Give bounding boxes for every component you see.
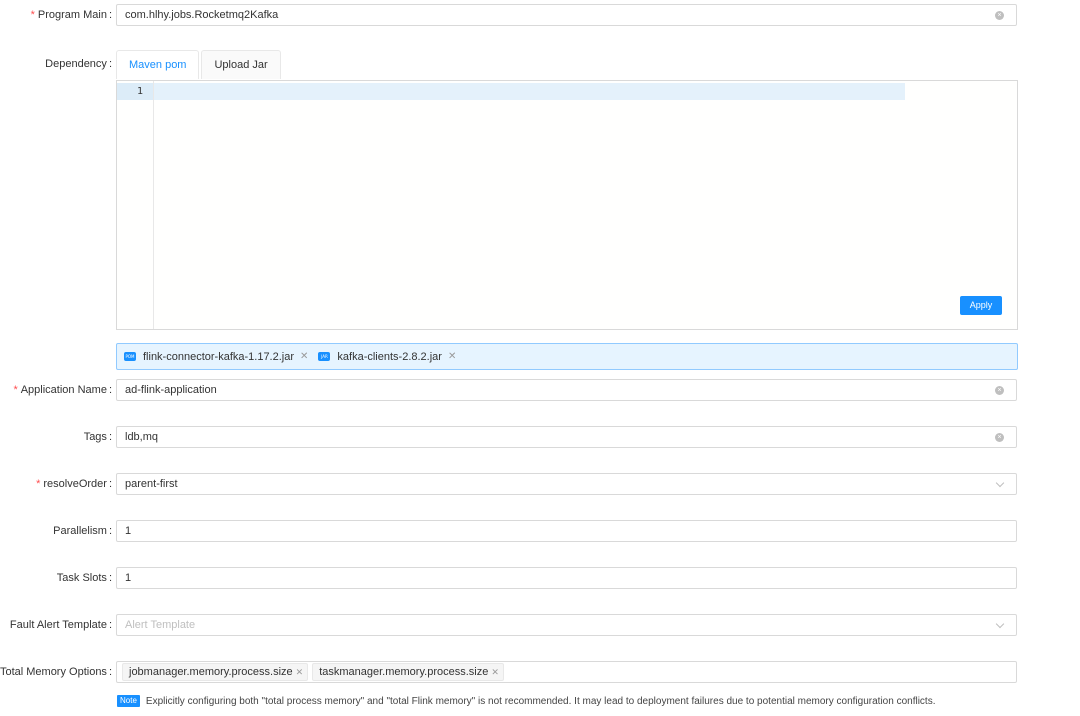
parallelism-value: 1	[125, 525, 132, 537]
task-slots-value: 1	[125, 572, 132, 584]
remove-icon[interactable]: ✕	[491, 667, 499, 678]
dependency-item: JAR kafka-clients-2.8.2.jar ✕	[318, 351, 456, 363]
dependency-name: flink-connector-kafka-1.17.2.jar	[143, 350, 295, 363]
program-main-value: com.hlhy.jobs.Rocketmq2Kafka	[125, 9, 279, 21]
note-text: Explicitly configuring both "total proce…	[145, 695, 936, 707]
resolve-order-value: parent-first	[125, 478, 178, 490]
tags-input[interactable]: ldb,mq ×	[116, 426, 1017, 448]
tags-label: Tags:	[83, 431, 112, 443]
dependency-name: kafka-clients-2.8.2.jar	[337, 350, 442, 363]
dependency-list: POM flink-connector-kafka-1.17.2.jar ✕ J…	[116, 343, 1018, 370]
parallelism-input[interactable]: 1	[116, 520, 1017, 542]
required-mark: *	[36, 478, 41, 490]
memory-note: Note Explicitly configuring both "total …	[117, 695, 935, 707]
fault-alert-placeholder: Alert Template	[125, 619, 196, 631]
resolve-order-label: * resolveOrder:	[36, 478, 112, 490]
remove-icon[interactable]: ✕	[300, 351, 308, 362]
memory-option-tag: jobmanager.memory.process.size ✕	[122, 663, 309, 681]
pom-editor[interactable]: 1 Apply	[116, 80, 1018, 330]
remove-icon[interactable]: ✕	[296, 667, 304, 678]
editor-gutter	[117, 81, 154, 329]
line-number: 1	[137, 86, 144, 97]
task-slots-input[interactable]: 1	[116, 567, 1017, 589]
note-badge: Note	[117, 695, 140, 707]
dependency-tabs: Maven pom Upload Jar	[116, 50, 283, 79]
tags-value: ldb,mq	[125, 431, 159, 443]
dependency-label: Dependency:	[45, 58, 112, 70]
remove-icon[interactable]: ✕	[448, 351, 456, 362]
dependency-item: POM flink-connector-kafka-1.17.2.jar ✕	[124, 351, 308, 363]
chevron-down-icon	[996, 621, 1004, 629]
application-name-value: ad-flink-application	[125, 384, 217, 396]
tab-maven-pom[interactable]: Maven pom	[116, 50, 200, 79]
memory-option-tag: taskmanager.memory.process.size ✕	[312, 663, 504, 681]
clear-icon[interactable]: ×	[995, 385, 1004, 395]
clear-icon[interactable]: ×	[995, 10, 1004, 20]
task-slots-label: Task Slots:	[56, 572, 112, 584]
tab-upload-jar[interactable]: Upload Jar	[201, 50, 281, 79]
resolve-order-select[interactable]: parent-first	[116, 473, 1017, 495]
required-mark: *	[13, 384, 18, 396]
application-name-input[interactable]: ad-flink-application ×	[116, 379, 1017, 401]
program-main-label: * Program Main:	[30, 9, 112, 21]
jar-badge: JAR	[318, 352, 331, 361]
pom-badge: POM	[124, 352, 136, 361]
program-main-input[interactable]: com.hlhy.jobs.Rocketmq2Kafka ×	[116, 4, 1017, 26]
total-memory-select[interactable]: jobmanager.memory.process.size ✕ taskman…	[116, 661, 1017, 683]
clear-icon[interactable]: ×	[995, 432, 1004, 442]
required-mark: *	[30, 9, 35, 21]
application-name-label: * Application Name:	[13, 384, 112, 396]
fault-alert-select[interactable]: Alert Template	[116, 614, 1017, 636]
apply-button[interactable]: Apply	[960, 296, 1002, 315]
chevron-down-icon	[996, 480, 1004, 488]
current-line[interactable]	[154, 83, 905, 100]
total-memory-label: Total Memory Options:	[0, 666, 112, 678]
fault-alert-label: Fault Alert Template:	[9, 619, 112, 631]
parallelism-label: Parallelism:	[53, 525, 112, 537]
